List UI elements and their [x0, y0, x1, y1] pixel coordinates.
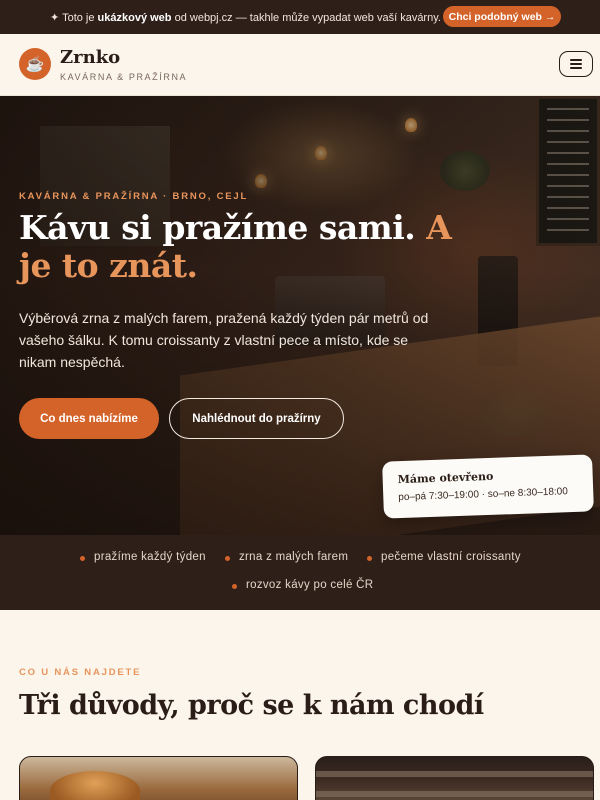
croissant-photo	[50, 771, 140, 800]
hero-headline: Kávu si pražíme sami. A je to znát.	[19, 209, 489, 285]
roastery-peek-button[interactable]: Nahlédnout do pražírny	[169, 398, 344, 439]
opening-hours-title: Máme otevřeno	[397, 469, 494, 487]
hero-headline-main: Kávu si pražíme sami.	[19, 208, 416, 247]
section-eyebrow: CO U NÁS NAJDETE	[19, 667, 142, 678]
brand-tagline: KAVÁRNA & PRAŽÍRNA	[60, 72, 188, 82]
feature-item: rozvoz kávy po celé ČR	[231, 579, 374, 591]
reason-card-croissants[interactable]	[19, 756, 298, 800]
pastry-case-shelf	[316, 791, 593, 797]
feature-item: pražíme každý týden	[80, 551, 206, 563]
section-title: Tři důvody, proč se k nám chodí	[19, 690, 484, 721]
hamburger-menu-icon	[570, 59, 582, 69]
pastry-case-shelf	[316, 771, 593, 777]
feature-item: zrna z malých farem	[224, 551, 349, 563]
promo-prefix: ✦ Toto je	[50, 11, 98, 24]
opening-hours-card: Máme otevřeno po–pá 7:30–19:00 · so–ne 8…	[382, 454, 594, 519]
hero-section: KAVÁRNA & PRAŽÍRNA · BRNO, CEJL Kávu si …	[0, 96, 600, 535]
promo-text: ✦ Toto je ukázkový web od webpj.cz — tak…	[50, 11, 441, 24]
hero-lead: Výběrová zrna z malých farem, pražená ka…	[19, 310, 429, 370]
site-header: ☕ Zrnko KAVÁRNA & PRAŽÍRNA	[0, 34, 600, 96]
features-strip: pražíme každý týden zrna z malých farem …	[0, 535, 600, 610]
promo-suffix: od webpj.cz — takhle může vypadat web va…	[171, 11, 441, 24]
promo-highlight: ukázkový web	[97, 11, 172, 24]
brand-name[interactable]: Zrnko	[60, 47, 120, 68]
menu-button[interactable]	[559, 51, 593, 77]
hero-eyebrow: KAVÁRNA & PRAŽÍRNA · BRNO, CEJL	[19, 191, 249, 202]
promo-bar: ✦ Toto je ukázkový web od webpj.cz — tak…	[0, 0, 600, 34]
offer-today-button[interactable]: Co dnes nabízíme	[19, 398, 159, 439]
reason-card-pastry-case[interactable]	[315, 756, 594, 800]
promo-cta-button[interactable]: Chci podobný web →	[443, 6, 561, 27]
opening-hours-value: po–pá 7:30–19:00 · so–ne 8:30–18:00	[398, 486, 569, 504]
coffee-cup-icon[interactable]: ☕	[19, 48, 51, 80]
feature-item: pečeme vlastní croissanty	[367, 551, 521, 563]
